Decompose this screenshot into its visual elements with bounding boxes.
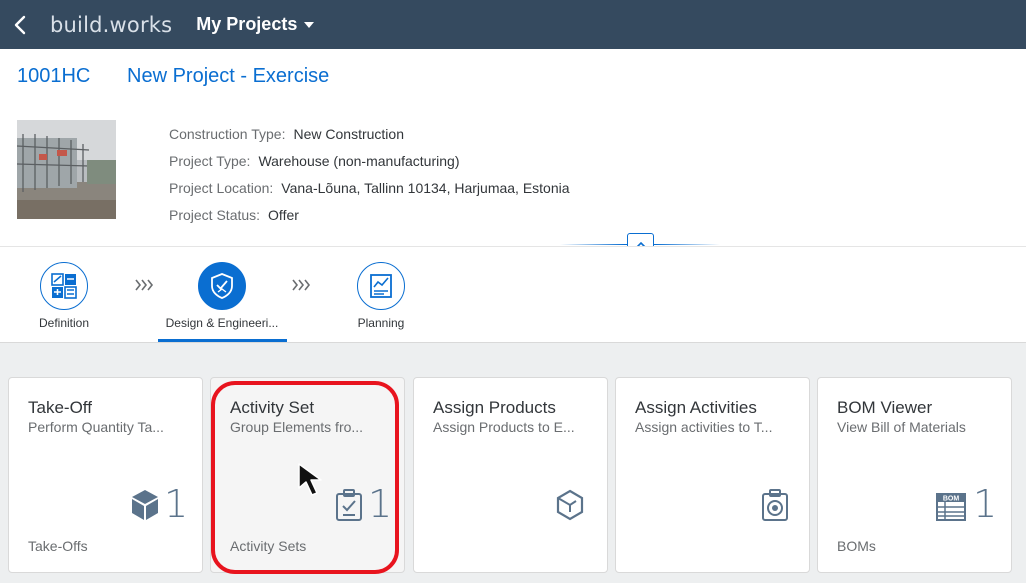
shell-bar: build.works My Projects: [0, 0, 1026, 49]
attr-project-location: Project Location: Vana-Lõuna, Tallinn 10…: [169, 174, 570, 201]
object-header: 1001HC New Project - Exercise Constructi…: [0, 49, 1026, 246]
tile-take-off[interactable]: Take-Off Perform Quantity Ta... 1 Take-O…: [8, 377, 203, 573]
back-arrow-icon: [14, 15, 26, 34]
tile-count: 1: [164, 482, 189, 526]
tile-subtitle: Perform Quantity Ta...: [28, 419, 164, 435]
process-flow-bar: Definition Design & Engineeri... Plannin…: [0, 246, 1026, 343]
active-step-indicator: [158, 339, 287, 342]
document-chart-icon: [370, 274, 392, 298]
bom-icon: BOM: [936, 493, 966, 521]
back-button[interactable]: [0, 0, 40, 49]
calculator-icon: [51, 273, 77, 299]
project-id: 1001HC: [17, 65, 91, 87]
mouse-pointer-icon: [298, 463, 322, 496]
app-menu-button[interactable]: My Projects: [196, 14, 315, 35]
clipboard-check-icon: [336, 489, 362, 521]
bom-icon-text: BOM: [943, 496, 960, 503]
attr-label: Project Type:: [169, 152, 251, 169]
attr-construction-type: Construction Type: New Construction: [169, 120, 570, 147]
tile-bom-viewer[interactable]: BOM Viewer View Bill of Materials BOM 1 …: [817, 377, 1012, 573]
attr-label: Construction Type:: [169, 125, 286, 142]
brand-part-2: works: [109, 12, 173, 37]
tile-assign-products[interactable]: Assign Products Assign Products to E...: [413, 377, 608, 573]
construction-photo-image: [17, 120, 116, 219]
tile-assign-activities[interactable]: Assign Activities Assign activities to T…: [615, 377, 810, 573]
step-circle: [198, 262, 246, 310]
app-menu-title: My Projects: [196, 14, 298, 34]
attr-project-status: Project Status: Offer: [169, 201, 570, 228]
project-title: New Project - Exercise: [127, 65, 330, 87]
tile-footer: Activity Sets: [230, 538, 307, 554]
step-label: Definition: [38, 316, 90, 330]
tile-subtitle: Assign activities to T...: [635, 419, 773, 435]
step-label: Planning: [357, 316, 405, 330]
tile-title: Activity Set: [230, 398, 315, 417]
caret-down-icon: [304, 21, 315, 28]
attr-value: Warehouse (non-manufacturing): [258, 152, 460, 169]
shield-icon: [211, 273, 233, 299]
app-logo[interactable]: build.works: [50, 13, 172, 37]
tile-subtitle: Group Elements fro...: [230, 419, 364, 435]
clipboard-target-icon: [762, 489, 788, 521]
tile-title: Take-Off: [28, 398, 92, 417]
attr-label: Project Status:: [169, 206, 261, 223]
product-icon: [556, 489, 584, 521]
tile-footer: Take-Offs: [28, 538, 88, 554]
attr-value: New Construction: [293, 125, 404, 142]
tile-subtitle: Assign Products to E...: [433, 419, 575, 435]
step-design-engineering[interactable]: Design & Engineeri...: [160, 262, 284, 330]
attr-label: Project Location:: [169, 179, 274, 196]
tile-footer: BOMs: [837, 538, 876, 554]
attr-value: Vana-Lõuna, Tallinn 10134, Harjumaa, Est…: [281, 179, 570, 196]
brand-part-1: build: [50, 12, 103, 37]
tile-title: Assign Products: [433, 398, 556, 417]
step-planning[interactable]: Planning: [351, 262, 411, 330]
tile-title: Assign Activities: [635, 398, 757, 417]
tile-count: 1: [973, 482, 998, 526]
process-arrow-icon: [292, 279, 311, 291]
attr-value: Offer: [268, 206, 299, 223]
brand-dot: .: [102, 12, 110, 37]
cube-icon: [132, 490, 158, 520]
tile-count: 1: [368, 482, 393, 526]
tile-subtitle: View Bill of Materials: [837, 419, 966, 435]
project-attributes: Construction Type: New Construction Proj…: [169, 120, 570, 228]
tile-title: BOM Viewer: [837, 398, 933, 417]
step-definition[interactable]: Definition: [34, 262, 94, 330]
project-thumbnail: [17, 120, 116, 219]
step-circle: [40, 262, 88, 310]
attr-project-type: Project Type: Warehouse (non-manufacturi…: [169, 147, 570, 174]
process-arrow-icon: [135, 279, 154, 291]
step-circle: [357, 262, 405, 310]
step-label: Design & Engineeri...: [165, 316, 279, 330]
